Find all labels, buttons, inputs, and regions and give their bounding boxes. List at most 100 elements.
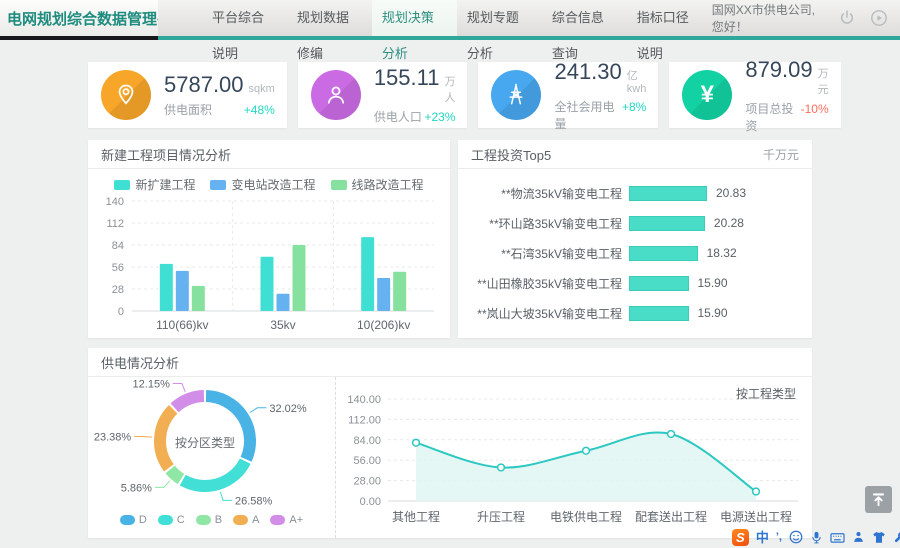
legend-label: B <box>215 514 222 526</box>
donut-center-label: 按分区类型 <box>167 434 243 451</box>
sogou-logo-icon[interactable]: S <box>732 529 749 546</box>
svg-text:56: 56 <box>112 262 124 274</box>
top-nav-bar: 平台综合说明 规划数据修编 规划决策分析 规划专题分析 综合信息查询 指标口径说… <box>158 0 900 40</box>
svg-text:电源送出工程: 电源送出工程 <box>720 509 792 524</box>
toolbox-icon[interactable] <box>893 530 900 544</box>
kpi-label: 全社会用电量 <box>554 98 622 132</box>
handwriting-icon[interactable] <box>852 530 865 544</box>
svg-text:140.00: 140.00 <box>347 394 381 406</box>
kpi-label: 供电面积 <box>164 101 212 118</box>
nav-item-data-revision[interactable]: 规划数据修编 <box>287 0 372 36</box>
bar-线路改造工程 <box>293 245 306 311</box>
kpi-card-supply-area: 5787.00sqkm 供电面积+48% <box>88 62 287 128</box>
legend-swatch <box>158 515 173 525</box>
legend-swatch <box>270 515 285 525</box>
kpi-unit: 万人 <box>444 73 455 105</box>
donut-section: 32.02%26.58%5.86%23.38%12.15% 按分区类型 DCBA… <box>88 377 335 538</box>
svg-text:35kv: 35kv <box>270 318 295 332</box>
nav-item-info-query[interactable]: 综合信息查询 <box>542 0 627 36</box>
bar-legend-item[interactable]: 新扩建工程 <box>114 176 195 193</box>
skin-tshirt-icon[interactable] <box>872 531 886 544</box>
svg-text:56.00: 56.00 <box>353 455 381 467</box>
panel-title: 供电情况分析 <box>101 353 179 372</box>
bar-变电站改造工程 <box>277 294 290 311</box>
kpi-label: 供电人口 <box>374 108 422 125</box>
top5-project-label: **山田橡胶35kV输变电工程 <box>462 275 622 292</box>
panel-title: 工程投资Top5 <box>471 145 551 164</box>
legend-swatch <box>196 515 211 525</box>
nav-item-platform-overview[interactable]: 平台综合说明 <box>202 0 287 36</box>
kpi-delta: +48% <box>244 103 275 117</box>
svg-text:84.00: 84.00 <box>353 435 381 447</box>
donut-legend: D C BA A+ <box>88 514 335 526</box>
top5-value: 15.90 <box>698 276 728 290</box>
donut-legend-item[interactable]: A <box>233 514 259 526</box>
donut-legend-item[interactable]: D <box>120 514 147 526</box>
svg-text:28: 28 <box>112 284 124 296</box>
bar-legend-item[interactable]: 变电站改造工程 <box>210 176 315 193</box>
top5-project-label: **物流35kV输变电工程 <box>462 185 622 202</box>
svg-text:0: 0 <box>118 306 124 318</box>
yuan-icon: ¥ <box>682 70 732 120</box>
top5-bar <box>629 186 707 201</box>
power-tower-icon <box>491 70 541 120</box>
legend-swatch <box>120 515 135 525</box>
top5-bar <box>629 306 689 321</box>
kpi-body: 155.11万人 供电人口+23% <box>374 65 456 125</box>
play-fullscreen-icon[interactable] <box>870 9 888 27</box>
top5-row: **岚山大坡35kV输变电工程 15.90 <box>462 301 800 325</box>
nav-item-decision-analysis[interactable]: 规划决策分析 <box>372 0 457 36</box>
line-chart-section: 按工程类型 0.0028.0056.0084.00112.00140.00其他工… <box>335 377 812 538</box>
keyboard-icon[interactable] <box>830 531 845 544</box>
bar-chart-legend: 新扩建工程 变电站改造工程线路改造工程 <box>88 176 450 193</box>
kpi-card-electricity-consumption: 241.30亿kwh 全社会用电量+8% <box>478 62 658 128</box>
panel-header: 新建工程项目情况分析 <box>88 140 450 169</box>
data-point <box>413 439 420 446</box>
microphone-icon[interactable] <box>810 530 823 545</box>
legend-swatch <box>114 180 130 190</box>
new-projects-panel: 新建工程项目情况分析 新扩建工程变电站改造工程线路改造工程 0285684112… <box>88 140 450 338</box>
top5-row: **环山路35kV输变电工程20.28 <box>462 211 800 235</box>
top5-value: 20.28 <box>714 216 744 230</box>
svg-text:140: 140 <box>106 196 124 208</box>
top5-bar <box>629 216 705 231</box>
donut-slice-B <box>170 469 181 479</box>
svg-text:5.86%: 5.86% <box>121 482 152 494</box>
nav-item-special-analysis[interactable]: 规划专题分析 <box>457 0 542 36</box>
kpi-body: 879.09万元 项目总投资-10% <box>745 57 828 134</box>
nav-item-indicator-desc[interactable]: 指标口径说明 <box>627 0 712 36</box>
legend-label: 变电站改造工程 <box>231 176 315 193</box>
svg-text:28.00: 28.00 <box>353 476 381 488</box>
svg-text:112.00: 112.00 <box>348 414 381 426</box>
svg-text:110(66)kv: 110(66)kv <box>156 318 208 332</box>
svg-text:26.58%: 26.58% <box>235 495 273 507</box>
donut-slice-C <box>183 461 246 486</box>
punctuation-icon[interactable]: ’, <box>776 529 782 546</box>
chinese-mode-icon[interactable]: 中 <box>756 529 769 546</box>
top5-bar-list: **物流35kV输变电工程20.83**环山路35kV输变电工程20.28**石… <box>458 169 812 325</box>
bar-线路改造工程 <box>192 286 205 311</box>
top5-value: 15.90 <box>698 306 728 320</box>
donut-legend-item[interactable]: B <box>196 514 222 526</box>
donut-legend-item[interactable]: A+ <box>270 514 303 526</box>
top5-value: 18.32 <box>707 246 737 260</box>
donut-legend-item[interactable]: C <box>158 514 185 526</box>
nav-list: 平台综合说明 规划数据修编 规划决策分析 规划专题分析 综合信息查询 指标口径说… <box>202 0 712 36</box>
data-point <box>668 431 675 438</box>
top5-project-label: **岚山大坡35kV输变电工程 <box>462 305 622 322</box>
svg-text:0.00: 0.00 <box>360 496 381 508</box>
back-to-top-button[interactable] <box>865 486 892 513</box>
svg-text:其他工程: 其他工程 <box>392 509 440 524</box>
power-logout-icon[interactable] <box>838 9 856 27</box>
bottom-panel-body: 32.02%26.58%5.86%23.38%12.15% 按分区类型 DCBA… <box>88 377 812 538</box>
panel-header: 工程投资Top5 千万元 <box>458 140 812 169</box>
emoji-icon[interactable] <box>789 530 803 544</box>
legend-label: C <box>177 514 185 526</box>
yuan-glyph: ¥ <box>701 81 714 109</box>
data-point <box>583 447 590 454</box>
svg-text:23.38%: 23.38% <box>94 432 132 444</box>
arrow-up-to-top-icon <box>871 492 886 507</box>
bar-legend-item[interactable]: 线路改造工程 <box>331 176 424 193</box>
data-point <box>498 464 505 471</box>
kpi-delta: +8% <box>622 100 646 114</box>
